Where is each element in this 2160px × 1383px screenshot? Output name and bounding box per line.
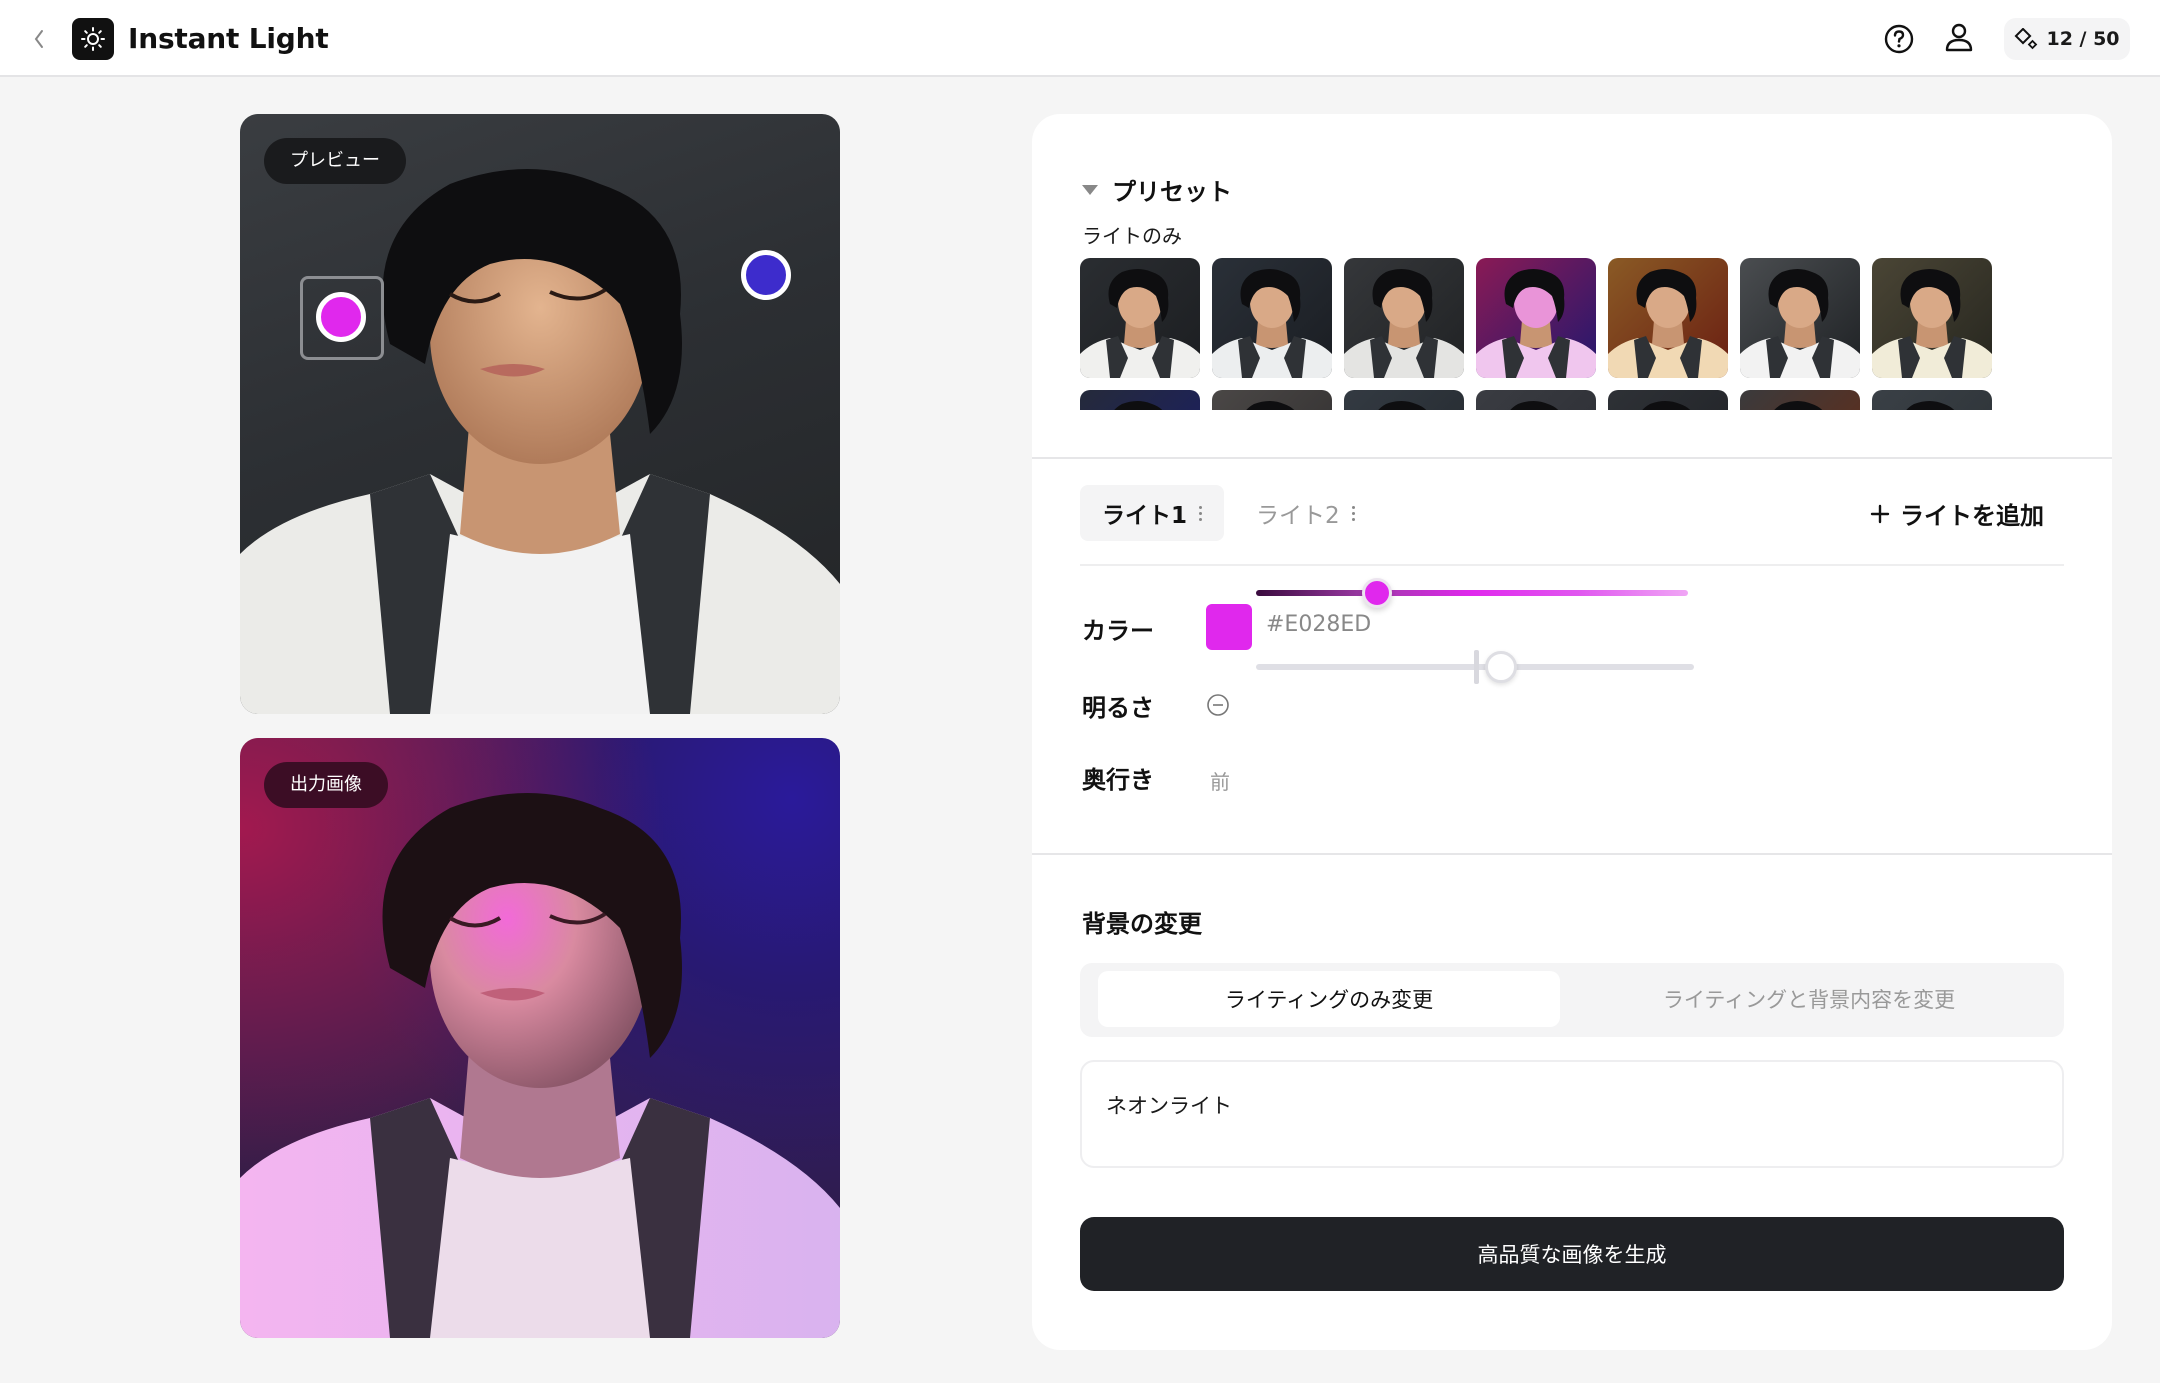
portrait-thumbnail-image — [1080, 269, 1200, 378]
preset-thumbnail-slate[interactable] — [1344, 390, 1464, 410]
section-divider — [1032, 457, 2112, 459]
light-1-handle[interactable] — [316, 292, 366, 342]
color-swatch[interactable] — [1206, 604, 1252, 650]
portrait-thumbnail-image — [1212, 269, 1332, 378]
color-hex-value[interactable]: #E028ED — [1266, 612, 1371, 637]
portrait-thumbnail-image — [1872, 269, 1992, 378]
sun-icon — [81, 27, 105, 51]
tab-light-1-label: ライト1 — [1102, 503, 1188, 529]
portrait-thumbnail-image — [1114, 401, 1163, 410]
app-header: Instant Light 12 / 50 — [0, 0, 2160, 77]
presets-toggle[interactable]: プリセット — [1082, 172, 1232, 207]
portrait-thumbnail-image — [1740, 269, 1860, 378]
more-vertical-icon[interactable] — [1351, 505, 1355, 521]
minus-circle-icon — [1207, 694, 1229, 716]
portrait-thumbnail-image — [1906, 401, 1955, 410]
preview-label: プレビュー — [264, 138, 406, 184]
presets-subtitle: ライトのみ — [1082, 224, 1182, 248]
credits-shapes-icon — [2014, 28, 2038, 50]
portrait-thumbnail-image — [1642, 401, 1691, 410]
depth-slider-center-mark — [1474, 650, 1479, 684]
app-logo — [72, 18, 114, 60]
preset-thumbnail-gray-warm[interactable] — [1212, 390, 1332, 410]
tabs-divider — [1080, 564, 2064, 566]
preset-thumbnail-charcoal[interactable] — [1608, 390, 1728, 410]
output-portrait-image — [240, 793, 840, 1338]
more-vertical-icon[interactable] — [1199, 505, 1203, 521]
preset-thumbnail-grid[interactable] — [1080, 258, 2000, 410]
plus-icon — [1870, 504, 1890, 523]
add-light-button[interactable]: ライトを追加 — [1870, 496, 2044, 531]
portrait-thumbnail-image — [1608, 269, 1728, 378]
brightness-slider-thumb[interactable] — [1361, 578, 1392, 608]
preview-image-panel[interactable]: プレビュー — [240, 114, 840, 714]
user-icon — [1945, 23, 1973, 52]
preset-thumbnail-warm-orange-red[interactable] — [1608, 258, 1728, 378]
tab-light-2-label: ライト2 — [1256, 503, 1340, 529]
brightness-label: 明るさ — [1082, 694, 1154, 722]
preset-thumbnail-warm-olive[interactable] — [1872, 258, 1992, 378]
settings-card: プリセット ライトのみ ライト1 ライト2 ライトを追加 カラー #E028ED… — [1032, 114, 2112, 1350]
caret-down-icon — [1082, 184, 1098, 195]
background-section-title: 背景の変更 — [1082, 910, 1202, 938]
portrait-thumbnail-image — [1378, 401, 1427, 410]
preset-thumbnail-neon-pink-blue[interactable] — [1476, 258, 1596, 378]
portrait-thumbnail-image — [1510, 401, 1559, 410]
preset-thumbnail-dark-cool[interactable] — [1212, 258, 1332, 378]
background-prompt-input[interactable]: ネオンライト — [1080, 1060, 2064, 1168]
output-image-panel: 出力画像 — [240, 738, 840, 1338]
chevron-left-icon — [34, 30, 43, 48]
preset-thumbnail-red-blue[interactable] — [1476, 390, 1596, 410]
preset-thumbnail-green-accent[interactable] — [1872, 390, 1992, 410]
output-label: 出力画像 — [264, 762, 388, 808]
presets-title: プリセット — [1112, 178, 1232, 206]
preset-thumbnail-gray-rim[interactable] — [1740, 258, 1860, 378]
generate-button[interactable]: 高品質な画像を生成 — [1080, 1217, 2064, 1291]
user-button[interactable] — [1944, 22, 1974, 54]
light-2-handle[interactable] — [741, 250, 791, 300]
add-light-label: ライトを追加 — [1900, 502, 2044, 530]
lighting-and-background-option[interactable]: ライティングと背景内容を変更 — [1572, 971, 2046, 1027]
credits-badge[interactable]: 12 / 50 — [2004, 18, 2130, 60]
help-circle-icon — [1884, 24, 1914, 54]
brightness-slider-track[interactable] — [1256, 590, 1688, 596]
preset-thumbnail-blue-dark[interactable] — [1080, 390, 1200, 410]
portrait-thumbnail-image — [1344, 269, 1464, 378]
back-button[interactable] — [26, 24, 52, 54]
section-divider — [1032, 853, 2112, 855]
portrait-thumbnail-image — [1476, 269, 1596, 378]
portrait-image — [240, 169, 840, 714]
color-label: カラー — [1082, 617, 1154, 645]
portrait-thumbnail-image — [1774, 401, 1823, 410]
brightness-decrease-button[interactable] — [1206, 693, 1230, 717]
tab-light-2[interactable]: ライト2 — [1256, 485, 1377, 541]
preset-thumbnail-dark-neutral[interactable] — [1080, 258, 1200, 378]
lighting-only-option[interactable]: ライティングのみ変更 — [1098, 971, 1560, 1027]
help-button[interactable] — [1884, 24, 1914, 54]
preset-thumbnail-dark-shadow[interactable] — [1344, 258, 1464, 378]
credits-count: 12 / 50 — [2046, 28, 2120, 50]
app-title: Instant Light — [128, 22, 329, 55]
preset-thumbnail-rust-orange[interactable] — [1740, 390, 1860, 410]
depth-front-label: 前 — [1210, 770, 1230, 794]
tab-light-1[interactable]: ライト1 — [1080, 485, 1225, 541]
background-mode-toggle: ライティングのみ変更 ライティングと背景内容を変更 — [1080, 963, 2064, 1037]
portrait-thumbnail-image — [1246, 401, 1295, 410]
depth-label: 奥行き — [1082, 766, 1154, 794]
